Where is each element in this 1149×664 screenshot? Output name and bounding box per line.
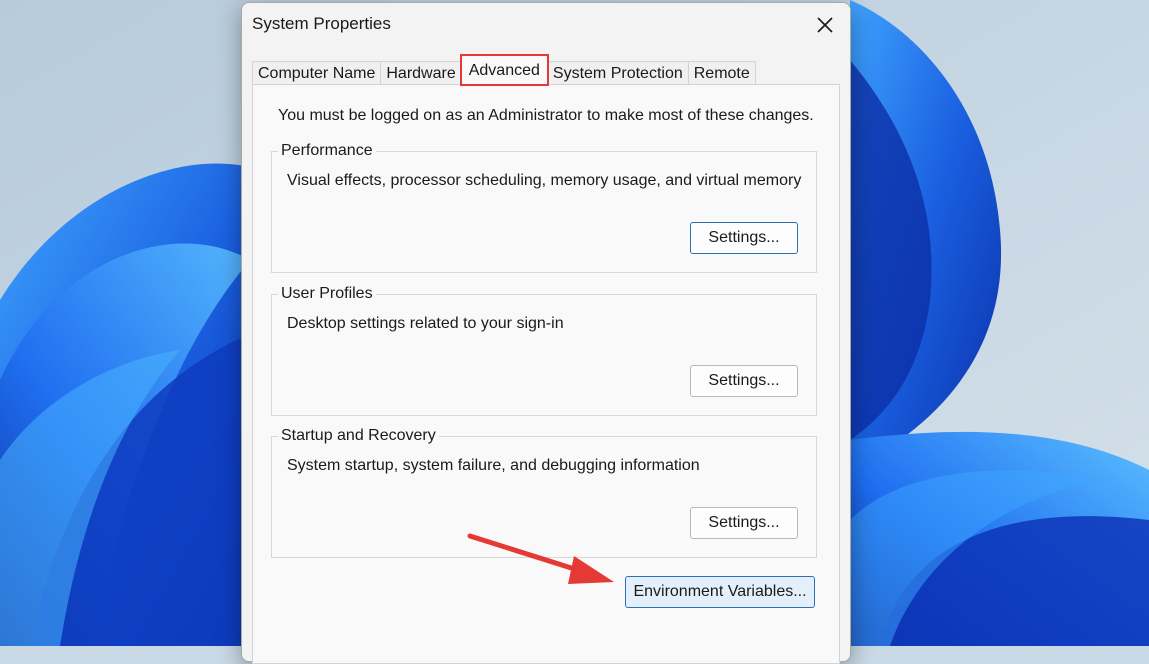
advanced-tab-panel: You must be logged on as an Administrato… [252,84,840,664]
system-properties-dialog: System Properties Computer Name Hardware… [241,2,851,664]
close-button[interactable] [810,11,840,39]
user-profiles-legend: User Profiles [278,285,376,303]
performance-legend: Performance [278,142,376,160]
tab-remote[interactable]: Remote [687,61,756,85]
tab-system-protection[interactable]: System Protection [546,61,689,85]
tab-hardware[interactable]: Hardware [380,61,462,85]
user-profiles-settings-button[interactable]: Settings... [690,365,798,397]
tab-strip: Computer Name Hardware Advanced System P… [252,54,756,86]
startup-recovery-group: Startup and Recovery System startup, sys… [271,427,817,558]
performance-group: Performance Visual effects, processor sc… [271,142,817,273]
tab-advanced[interactable]: Advanced [459,54,549,86]
tab-computer-name[interactable]: Computer Name [252,61,382,85]
startup-recovery-legend: Startup and Recovery [278,427,439,445]
user-profiles-group: User Profiles Desktop settings related t… [271,285,817,416]
performance-description: Visual effects, processor scheduling, me… [287,172,802,189]
environment-variables-button[interactable]: Environment Variables... [625,576,815,608]
startup-recovery-description: System startup, system failure, and debu… [287,457,700,474]
user-profiles-description: Desktop settings related to your sign-in [287,315,564,332]
title-bar[interactable]: System Properties [242,3,850,47]
close-icon [817,17,833,33]
window-title: System Properties [252,14,391,33]
performance-settings-button[interactable]: Settings... [690,222,798,254]
startup-recovery-settings-button[interactable]: Settings... [690,507,798,539]
admin-note: You must be logged on as an Administrato… [278,107,814,124]
